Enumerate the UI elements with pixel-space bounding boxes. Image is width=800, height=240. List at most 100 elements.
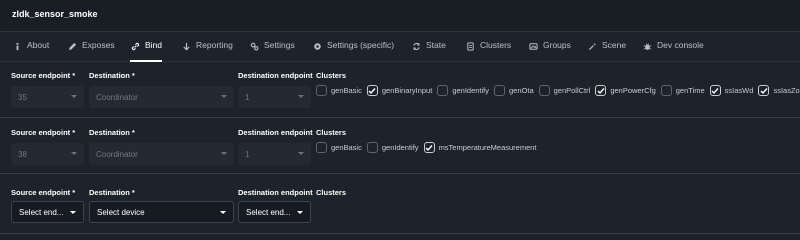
tab-groups[interactable]: Groups [528,40,571,62]
chevron-down-icon [221,152,227,155]
device-title: zldk_sensor_smoke [12,9,98,19]
link-icon [130,41,140,51]
tab-clusters[interactable]: Clusters [465,40,511,62]
bug-icon [642,41,652,51]
source-endpoint-select[interactable]: 35 [11,86,84,108]
cluster-checkbox-genbasic[interactable]: genBasic [316,85,362,96]
cluster-checkbox-genpollctrl[interactable]: genPollCtrl [538,85,591,96]
tab-settings-label: Settings [264,40,295,50]
cluster-checkbox-genbasic[interactable]: genBasic [316,142,362,153]
cluster-name: genBinaryInput [381,86,433,95]
checkbox[interactable] [758,85,770,96]
cluster-checkbox-gentime[interactable]: genTime [660,85,705,96]
destination-label: Destination * [89,71,135,80]
checkbox[interactable] [660,85,672,96]
cluster-name: ssIasZone [773,86,800,95]
tab-about-label: About [27,40,50,50]
destination-endpoint-select[interactable]: Select end... [238,201,311,223]
chevron-down-icon [298,95,304,98]
checkbox[interactable] [437,85,449,96]
destination-endpoint-select[interactable]: 1 [238,86,311,108]
destination-select[interactable]: Coordinator [89,143,234,165]
source-endpoint-placeholder: Select end... [19,207,64,217]
source-endpoint-label: Source endpoint * [11,128,76,137]
cluster-checkbox-genbinaryinput[interactable]: genBinaryInput [366,85,433,96]
cluster-name: ssIasWd [724,86,754,95]
clusters-label: Clusters [316,188,347,197]
checkbox[interactable] [423,142,435,153]
pencil-icon [67,41,77,51]
document-icon [465,41,475,51]
source-endpoint-select[interactable]: Select end... [11,201,84,223]
destination-label: Destination * [89,188,135,197]
checkbox[interactable] [709,85,721,96]
source-endpoint-select[interactable]: 38 [11,143,84,165]
destination-endpoint-select[interactable]: 1 [238,143,311,165]
tab-dev-console-label: Dev console [657,40,704,50]
cluster-checkbox-genidentify[interactable]: genIdentify [437,85,489,96]
tab-settings-specific[interactable]: Settings (specific) [312,40,394,62]
gear-icon [312,41,322,51]
sync-icon [411,41,421,51]
destination-endpoint-label: Destination endpoint [238,188,313,197]
tab-exposes-label: Exposes [82,40,115,50]
info-icon [12,41,22,51]
chevron-down-icon [220,211,226,214]
destination-select[interactable]: Coordinator [89,86,234,108]
checkbox[interactable] [494,85,506,96]
checkbox[interactable] [538,85,550,96]
cluster-name: genIdentify [452,86,490,95]
cluster-name: genPollCtrl [553,86,591,95]
destination-label: Destination * [89,128,135,137]
cluster-list: genBasic genBinaryInput genIdentify genO… [316,85,800,96]
tab-bar: About Exposes Bind Reporting Settings Se… [0,32,800,62]
checkbox[interactable] [316,142,327,153]
arrow-down-icon [181,41,191,51]
tab-state[interactable]: State [411,40,446,62]
tab-about[interactable]: About [12,40,49,62]
checkbox[interactable] [316,85,327,96]
cluster-checkbox-genpowercfg[interactable]: genPowerCfg [595,85,656,96]
tab-bind[interactable]: Bind [130,40,163,62]
cluster-checkbox-ssiaswd[interactable]: ssIasWd [709,85,754,96]
cluster-name: genIdentify [381,143,419,152]
tab-reporting-label: Reporting [196,40,233,50]
check-icon [760,87,768,94]
destination-select[interactable]: Select device [89,201,234,223]
cluster-name: genOta [509,86,534,95]
tab-settings[interactable]: Settings [249,40,295,62]
tab-exposes[interactable]: Exposes [67,40,115,62]
tab-bind-label: Bind [145,40,163,50]
source-endpoint-value: 35 [18,92,27,102]
cluster-name: genPowerCfg [610,86,656,95]
destination-value: Coordinator [96,92,138,102]
destination-endpoint-value: 1 [245,149,250,159]
cluster-name: genTime [675,86,705,95]
cluster-checkbox-genota[interactable]: genOta [494,85,534,96]
cluster-name: genBasic [331,143,362,152]
check-icon [597,87,605,94]
tab-dev-console[interactable]: Dev console [642,40,704,62]
checkbox[interactable] [366,85,378,96]
chevron-down-icon [71,95,77,98]
cluster-list: genBasic genIdentify msTemperatureMeasur… [316,142,542,153]
checkbox[interactable] [595,85,607,96]
chevron-down-icon [221,95,227,98]
cluster-name: genBasic [331,86,362,95]
destination-endpoint-placeholder: Select end... [246,207,291,217]
tab-groups-label: Groups [543,40,571,50]
new-binding-row: Source endpoint * Destination * Destinat… [0,174,800,234]
source-endpoint-label: Source endpoint * [11,71,76,80]
cluster-checkbox-ssiaszone[interactable]: ssIasZone [758,85,800,96]
tab-scene[interactable]: Scene [587,40,626,62]
clusters-label: Clusters [316,128,347,137]
tab-reporting[interactable]: Reporting [181,40,233,62]
cluster-checkbox-mstemperaturemeasurement[interactable]: msTemperatureMeasurement [423,142,537,153]
image-icon [528,41,538,51]
check-icon [711,87,719,94]
source-endpoint-value: 38 [18,149,27,159]
checkbox[interactable] [366,142,378,153]
check-icon [368,87,376,94]
cluster-checkbox-genidentify[interactable]: genIdentify [366,142,419,153]
source-endpoint-label: Source endpoint * [11,188,76,197]
